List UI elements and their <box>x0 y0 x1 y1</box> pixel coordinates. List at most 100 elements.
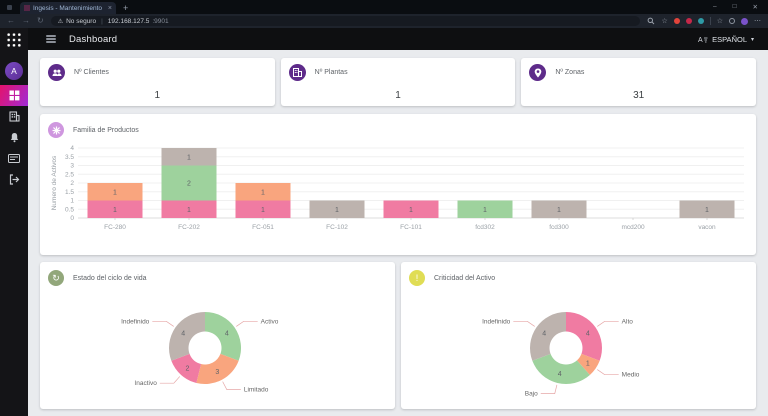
browser-profile-avatar[interactable] <box>741 18 748 25</box>
tab-close-icon[interactable]: × <box>108 5 112 12</box>
site-favicon <box>24 5 30 11</box>
donut-label: Limitado <box>244 387 269 394</box>
stat-value: 1 <box>289 90 508 101</box>
svg-text:3: 3 <box>70 163 74 170</box>
user-avatar[interactable]: A <box>5 62 23 80</box>
chart-title: Criticidad del Activo <box>434 275 495 282</box>
bottom-row: ↻ Estado del ciclo de vida 4 Activo 3 Limit… <box>40 262 756 409</box>
stat-card-clientes: Nº Clientes 1 <box>40 58 275 106</box>
svg-text:4: 4 <box>70 145 74 152</box>
browser-tab-strip: Ingesis - Mantenimiento × + – □ ✕ <box>0 0 768 14</box>
stat-value: 31 <box>529 90 748 101</box>
svg-text:3: 3 <box>215 369 219 376</box>
svg-text:0: 0 <box>70 215 74 222</box>
svg-text:FC-051: FC-051 <box>252 224 274 231</box>
donut-label: Indefinido <box>482 318 511 325</box>
not-secure-label[interactable]: No seguro <box>66 18 96 25</box>
sidebar-item-dashboard[interactable] <box>0 85 28 106</box>
maximize-icon[interactable]: □ <box>733 3 737 11</box>
product-family-icon <box>48 122 64 138</box>
svg-text:1: 1 <box>483 207 487 214</box>
svg-text:0.5: 0.5 <box>65 206 74 213</box>
favorites-star-icon[interactable]: ☆ <box>717 18 723 25</box>
donut-slice <box>530 312 566 361</box>
reload-icon[interactable]: ↻ <box>37 17 44 25</box>
svg-text:FC-202: FC-202 <box>178 224 200 231</box>
donut-label: Medio <box>622 372 640 379</box>
chart-title: Familia de Productos <box>73 127 139 134</box>
stats-row: Nº Clientes 1 Nº Plantas 1 Nº <box>40 58 756 106</box>
donut-slice <box>205 312 241 361</box>
donut-slice <box>566 312 602 361</box>
svg-text:1.5: 1.5 <box>65 189 74 196</box>
svg-text:1: 1 <box>187 207 191 214</box>
search-icon[interactable] <box>647 17 655 25</box>
svg-text:1: 1 <box>586 361 590 368</box>
collections-icon[interactable]: ☆ <box>661 18 667 25</box>
forward-icon[interactable]: → <box>22 17 30 25</box>
main-content: Nº Clientes 1 Nº Plantas 1 Nº <box>28 50 768 416</box>
svg-text:1: 1 <box>261 207 265 214</box>
url-input[interactable]: ⚠ No seguro | 192.168.127.5:9901 <box>51 16 641 26</box>
svg-text:FC-101: FC-101 <box>400 224 422 231</box>
sidebar-item-plantas[interactable] <box>0 106 28 127</box>
logout-icon <box>9 174 20 185</box>
bar-chart-svg: 00.511.522.533.54Numero de ActivosFC-280… <box>48 142 748 245</box>
svg-text:2.5: 2.5 <box>65 171 74 178</box>
new-tab-icon[interactable]: + <box>123 4 128 13</box>
svg-text:2: 2 <box>70 180 74 187</box>
extension-red-icon[interactable] <box>674 18 680 24</box>
donut-label: Inactivo <box>134 380 157 387</box>
svg-text:4: 4 <box>181 330 185 337</box>
lifecycle-card: ↻ Estado del ciclo de vida 4 Activo 3 Limit… <box>40 262 395 409</box>
browser-essentials-icon[interactable] <box>729 18 735 24</box>
svg-text:1: 1 <box>705 207 709 214</box>
criticality-icon: ! <box>409 270 425 286</box>
chart-title: Estado del ciclo de vida <box>73 275 147 282</box>
svg-text:4: 4 <box>542 330 546 337</box>
back-icon[interactable]: ← <box>7 17 15 25</box>
extension-crimson-icon[interactable] <box>686 18 692 24</box>
stat-label: Nº Plantas <box>315 69 348 76</box>
svg-text:FC-280: FC-280 <box>104 224 126 231</box>
translate-icon: A <box>698 35 708 44</box>
product-family-card: Familia de Productos 00.511.522.533.54Nu… <box>40 114 756 255</box>
lifecycle-icon: ↻ <box>48 270 64 286</box>
svg-text:2: 2 <box>187 181 191 188</box>
screen: Ingesis - Mantenimiento × + – □ ✕ ← → ↻ … <box>0 0 768 416</box>
page-title: Dashboard <box>69 34 117 45</box>
browser-tab[interactable]: Ingesis - Mantenimiento × <box>20 2 116 14</box>
svg-text:1: 1 <box>409 207 413 214</box>
url-host: 192.168.127.5 <box>108 18 150 25</box>
stat-label: Nº Clientes <box>74 69 109 76</box>
svg-text:1: 1 <box>335 207 339 214</box>
sidebar-item-salir[interactable] <box>0 169 28 190</box>
sidebar-item-notificaciones[interactable] <box>0 127 28 148</box>
sidebar-item-licencias[interactable] <box>0 148 28 169</box>
svg-text:1: 1 <box>187 154 191 161</box>
stat-label: Nº Zonas <box>555 69 584 76</box>
bell-icon <box>9 132 20 143</box>
svg-text:fcd300: fcd300 <box>549 224 569 231</box>
svg-text:1: 1 <box>70 198 74 205</box>
language-selector[interactable]: A ESPAÑOL ▾ <box>698 35 768 44</box>
menu-icon[interactable] <box>46 35 56 43</box>
svg-text:1: 1 <box>113 207 117 214</box>
donut-label: Indefinido <box>121 318 150 325</box>
window-close-icon[interactable]: ✕ <box>753 3 758 11</box>
minimize-icon[interactable]: – <box>713 3 717 11</box>
browser-address-bar: ← → ↻ ⚠ No seguro | 192.168.127.5:9901 ☆… <box>0 14 768 28</box>
window-controls: – □ ✕ <box>713 3 768 14</box>
language-label: ESPAÑOL <box>712 35 747 44</box>
svg-text:vacon: vacon <box>698 224 716 231</box>
workspace-icon[interactable] <box>7 5 12 10</box>
extension-teal-icon[interactable] <box>698 18 704 24</box>
not-secure-warning-icon: ⚠ <box>58 18 63 25</box>
svg-text:mcd200: mcd200 <box>621 224 645 231</box>
donut-label: Activo <box>261 318 279 325</box>
users-icon <box>48 64 65 81</box>
svg-text:3.5: 3.5 <box>65 154 74 161</box>
browser-menu-icon[interactable]: ⋯ <box>754 18 761 25</box>
criticality-card: ! Criticidad del Activo 4Alto1Medio4Bajo… <box>401 262 756 409</box>
criticality-donut-svg: 4Alto1Medio4Bajo4Indefinido <box>409 286 748 401</box>
